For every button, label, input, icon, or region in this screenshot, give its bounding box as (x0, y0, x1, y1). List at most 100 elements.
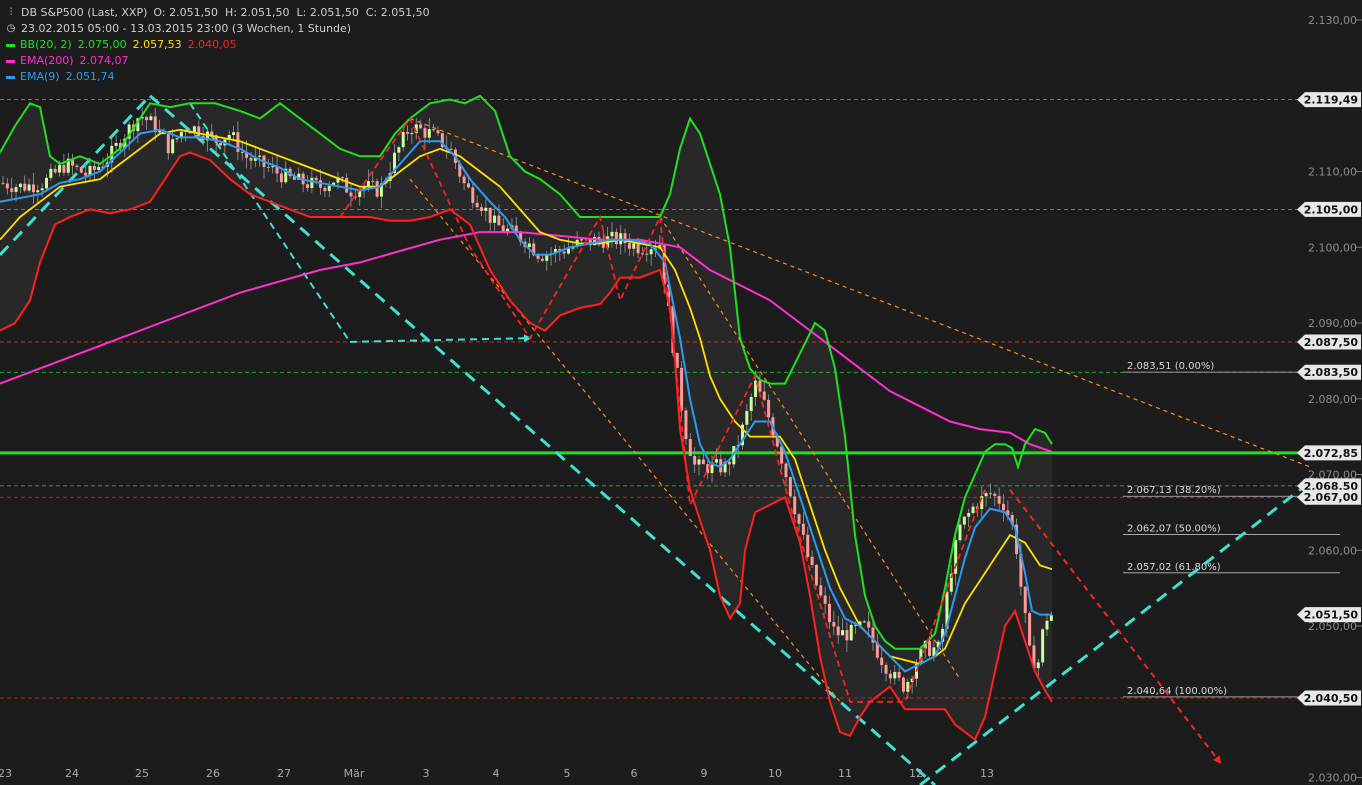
y-tick-label-3: 2.090,00 (1308, 317, 1357, 330)
candle-body (993, 493, 997, 496)
x-tick-label-6: 3 (423, 767, 430, 780)
y-tick-label-8: 2.030,00 (1308, 772, 1357, 785)
price-tag-label-0: 2.119,49 (1304, 94, 1358, 107)
candle-body (880, 657, 884, 665)
y-tick-label-6: 2.060,00 (1308, 544, 1357, 557)
candle-body (249, 157, 253, 161)
candle-body (706, 464, 710, 474)
price-tag-label-7: 2.051,50 (1304, 609, 1359, 622)
candle-body (640, 253, 644, 255)
candle-body (1023, 586, 1027, 614)
candle-body (614, 231, 618, 245)
bb-middle-value: 2.057,53 (132, 38, 182, 51)
clock-icon: ◷ (6, 23, 16, 34)
ema9-swatch (6, 75, 15, 79)
candle-body (419, 124, 423, 129)
y-tick-label-0: 2.130,00 (1308, 14, 1357, 27)
candle-body (1049, 615, 1053, 621)
candle-body (92, 165, 96, 170)
x-tick-label-8: 5 (564, 767, 571, 780)
candle-body (210, 131, 214, 136)
candle-body (279, 173, 283, 183)
candle-body (397, 147, 401, 153)
candle-body (10, 188, 14, 192)
candle-body (340, 177, 344, 179)
candle-body (540, 258, 544, 261)
candle-body (401, 132, 405, 148)
candle-body (627, 243, 631, 249)
candle-body (18, 183, 22, 188)
candle-body (928, 640, 932, 656)
y-tick-label-2: 2.100,00 (1308, 241, 1357, 254)
fib-label-0: 2.083,51 (0.00%) (1127, 361, 1214, 372)
legend-range-row: ◷ 23.02.2015 05:00 - 13.03.2015 23:00 (3… (6, 21, 436, 37)
candle-body (97, 166, 101, 170)
bb-upper-value: 2.075,00 (77, 38, 127, 51)
fib-label-1: 2.067,13 (38.20%) (1127, 485, 1221, 496)
bb-lower-value: 2.040,05 (187, 38, 237, 51)
candle-body (954, 540, 958, 574)
candle-body (997, 495, 1001, 504)
candle-body (828, 603, 831, 623)
candle-body (1036, 662, 1040, 669)
candle-body (632, 243, 636, 249)
candle-body (480, 207, 483, 211)
price-tag-label-1: 2.105,00 (1304, 203, 1359, 216)
candle-body (314, 177, 318, 181)
candle-body (1, 182, 5, 184)
ema9-value: 2.051,74 (65, 70, 115, 83)
x-tick-label-14: 13 (980, 767, 994, 780)
candle-body (814, 564, 818, 586)
candle-body (845, 630, 849, 641)
candle-body (49, 168, 53, 178)
x-tick-label-9: 6 (631, 767, 638, 780)
x-tick-label-2: 25 (135, 767, 149, 780)
candle-body (410, 133, 414, 135)
candle-body (806, 534, 810, 557)
candle-body (1002, 503, 1005, 511)
candle-body (971, 506, 975, 514)
candle-body (749, 396, 753, 412)
candle-body (693, 455, 697, 465)
candle-body (258, 155, 262, 157)
candle-body (649, 249, 653, 255)
instrument-title: DB S&P500 (Last, XXP) (21, 6, 148, 19)
candle-body (114, 142, 118, 146)
candle-body (1041, 629, 1045, 663)
candle-body (645, 253, 649, 255)
legend-bb-row[interactable]: BB(20, 2) 2.075,00 2.057,53 2.040,05 (6, 37, 436, 53)
fib-label-2: 2.062,07 (50.00%) (1127, 524, 1221, 535)
candle-body (897, 671, 901, 678)
candle-body (466, 183, 470, 188)
candle-body (197, 126, 201, 137)
price-chart[interactable]: 2.083,51 (0.00%) 2.067,13 (38.20%) 2.062,0… (0, 0, 1362, 785)
candle-body (536, 255, 540, 259)
candle-body (767, 399, 771, 418)
candle-body (75, 165, 79, 168)
candle-body (423, 128, 427, 138)
candle-body (484, 207, 488, 211)
candle-body (84, 172, 88, 176)
candle-body (266, 166, 270, 168)
candle-body (5, 183, 9, 189)
candle-body (1028, 613, 1032, 646)
candle-body (31, 184, 35, 193)
x-tick-label-4: 27 (277, 767, 291, 780)
candle-body (345, 177, 349, 193)
candle-body (58, 164, 62, 173)
candle-body (610, 231, 614, 237)
candle-body (580, 239, 584, 241)
candle-body (145, 117, 149, 121)
candle-body (832, 622, 836, 627)
legend-ema9-row[interactable]: EMA(9) 2.051,74 (6, 69, 436, 85)
candle-body (306, 184, 309, 188)
candle-body (545, 255, 549, 261)
chart-type-icon: ⫶ (9, 7, 13, 18)
candle-body (901, 677, 905, 692)
bb-swatch (6, 43, 15, 47)
legend-ema200-row[interactable]: EMA(200) 2.074,07 (6, 53, 436, 69)
candle-body (171, 139, 175, 154)
ema200-swatch (6, 59, 15, 63)
candle-body (888, 673, 892, 679)
price-tag-label-2: 2.087,50 (1304, 336, 1359, 349)
